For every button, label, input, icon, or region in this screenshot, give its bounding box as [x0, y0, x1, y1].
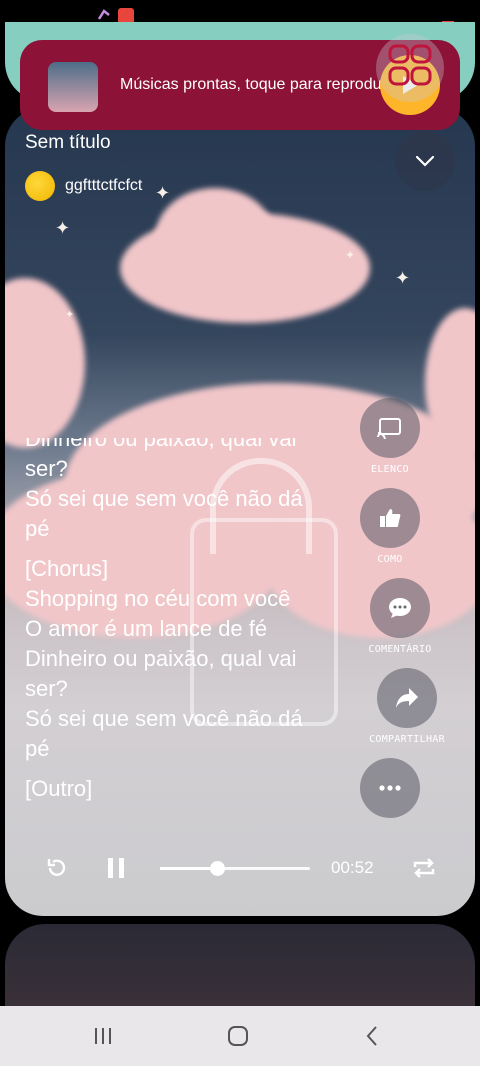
notification-thumbnail [48, 62, 98, 112]
progress-slider[interactable] [160, 861, 310, 876]
lyrics-panel[interactable]: Dinheiro ou paixão, qual vai ser? Só sei… [25, 438, 355, 828]
lyric-line: [Outro] [25, 776, 93, 801]
repeat-icon [413, 858, 435, 878]
replay-button[interactable] [43, 854, 71, 882]
comment-icon [389, 598, 411, 618]
collapse-button[interactable] [395, 131, 455, 191]
navigation-bar [0, 1006, 480, 1066]
progress-knob[interactable] [210, 861, 225, 876]
lyric-line: Dinheiro ou paixão, qual vai [25, 438, 297, 451]
lyric-line: pé [25, 736, 50, 761]
recent-apps-button[interactable] [83, 1021, 123, 1051]
progress-fill [160, 867, 217, 870]
back-button[interactable] [352, 1021, 392, 1051]
comment-button[interactable] [370, 578, 430, 638]
share-icon [396, 688, 418, 708]
chevron-down-icon [415, 155, 435, 167]
floating-app-icon[interactable] [376, 34, 444, 102]
playback-controls: 00:52 [5, 838, 475, 898]
cast-button[interactable] [360, 398, 420, 458]
home-button[interactable] [218, 1021, 258, 1051]
home-icon [228, 1026, 248, 1046]
recent-apps-icon [95, 1028, 111, 1044]
repeat-button[interactable] [409, 854, 439, 882]
lyric-line: O amor é um lance de fé [25, 616, 268, 641]
like-button[interactable] [360, 488, 420, 548]
song-title: Sem título [25, 132, 111, 153]
player-card: ✦ ✦ ✦ ✦ ✦ Sem título ggftttctfcfct Dinhe… [5, 108, 475, 916]
share-button[interactable] [377, 668, 437, 728]
author-name[interactable]: ggftttctfcfct [65, 177, 142, 195]
next-card-preview [5, 924, 475, 1006]
thumbs-up-icon [380, 509, 401, 527]
back-icon [366, 1026, 377, 1046]
lyric-line: Só sei que sem você não dá [25, 486, 303, 511]
author-avatar[interactable] [25, 171, 55, 201]
cast-label: ELENCO [371, 464, 409, 475]
pause-icon [108, 858, 124, 878]
pause-button[interactable] [102, 854, 130, 882]
lyric-line: ser? [25, 456, 68, 481]
app-status-icon [97, 9, 110, 20]
like-label: COMO [377, 554, 403, 565]
lyric-line: ser? [25, 676, 68, 701]
more-icon [379, 785, 401, 791]
share-label: COMPARTILHAR [369, 734, 445, 745]
grid-icon [388, 44, 432, 86]
comment-label: COMENTÁRIO [368, 644, 432, 655]
cast-icon [377, 418, 401, 439]
replay-icon [47, 859, 66, 876]
elapsed-time: 00:52 [331, 858, 374, 877]
notification-text: Músicas prontas, toque para reproduzir [120, 76, 382, 93]
lyric-line: [Chorus] [25, 556, 109, 581]
more-button[interactable] [360, 758, 420, 818]
lyric-line: pé [25, 516, 50, 541]
lyric-line: Shopping no céu com você [25, 586, 291, 611]
lyric-line: Dinheiro ou paixão, qual vai [25, 646, 297, 671]
lyric-line: Só sei que sem você não dá [25, 706, 303, 731]
